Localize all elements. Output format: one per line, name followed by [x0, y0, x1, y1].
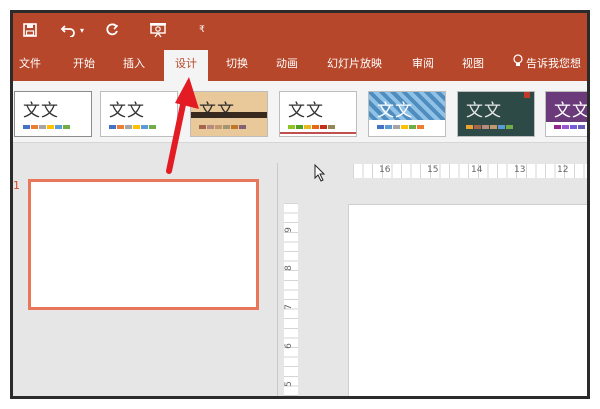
theme-label: 文文 [288, 101, 324, 121]
theme-label: 文文 [377, 101, 413, 121]
theme-swatches [109, 125, 156, 129]
slide-thumbnail[interactable] [28, 179, 259, 310]
ruler-number: 16 [379, 165, 391, 175]
tab-file[interactable]: 文件 [19, 47, 41, 81]
undo-icon[interactable] [57, 19, 79, 41]
customize-dropdown-icon[interactable]: ₹ [195, 19, 209, 41]
ribbon-bottom-strip: Ξ [13, 143, 587, 289]
tab-transitions[interactable]: 切换 [226, 47, 248, 81]
theme-label: 文文 [23, 101, 59, 121]
slideshow-start-icon[interactable] [147, 19, 169, 41]
title-bar: ▾ ₹ [13, 13, 587, 47]
theme-gallery: 文文 文文 文文 文文 文文 文文 文文 [13, 81, 587, 143]
tab-slideshow[interactable]: 幻灯片放映 [327, 47, 382, 81]
theme-label: 文文 [199, 101, 235, 121]
theme-underline [280, 132, 356, 134]
theme-swatches [554, 125, 585, 129]
ruler-number: 13 [514, 165, 526, 175]
tab-insert[interactable]: 插入 [123, 47, 145, 81]
theme-facet[interactable]: 文文 [279, 91, 357, 137]
ruler-number: 8 [283, 265, 294, 271]
tell-me-search[interactable]: 告诉我您想 [513, 47, 581, 81]
mouse-cursor-icon [314, 163, 326, 186]
undo-dropdown-icon[interactable]: ▾ [77, 19, 87, 41]
lightbulb-icon [513, 47, 523, 81]
theme-corner-mark [524, 92, 530, 98]
tab-animations[interactable]: 动画 [276, 47, 298, 81]
theme-label: 文文 [109, 101, 145, 121]
ruler-number: 12 [557, 165, 569, 175]
ruler-number: 6 [283, 343, 294, 349]
tab-review[interactable]: 审阅 [412, 47, 434, 81]
slide-number: 1 [13, 179, 20, 192]
ruler-number: 9 [283, 227, 294, 233]
tell-me-label: 告诉我您想 [526, 57, 581, 70]
theme-patterned[interactable]: 文文 [368, 91, 446, 137]
ruler-number: 7 [283, 304, 294, 310]
theme-label: 文文 [554, 101, 590, 121]
tab-home[interactable]: 开始 [73, 47, 95, 81]
ribbon-tabs: 文件 开始 插入 设计 切换 动画 幻灯片放映 审阅 视图 告诉我您想 [13, 47, 587, 81]
theme-swatches [23, 125, 70, 129]
theme-swatches [199, 125, 246, 129]
theme-dark-green[interactable]: 文文 [457, 91, 535, 137]
ruler-number: 5 [283, 381, 294, 387]
theme-swatches [288, 125, 335, 129]
slide-thumbnail-pane: 1 [13, 163, 278, 396]
theme-swatches [377, 125, 424, 129]
red-arrow-annotation-icon [163, 75, 203, 179]
theme-office[interactable]: 文文 [14, 91, 92, 137]
ruler-number: 15 [427, 165, 439, 175]
redo-icon[interactable] [101, 19, 123, 41]
tab-view[interactable]: 视图 [462, 47, 484, 81]
theme-label: 文文 [466, 101, 502, 121]
vertical-ruler: 9 8 7 6 5 [283, 203, 298, 396]
theme-swatches [466, 125, 513, 129]
save-icon[interactable] [19, 19, 41, 41]
slide-canvas[interactable] [348, 204, 587, 396]
horizontal-ruler: 16 15 14 13 12 [353, 164, 587, 178]
theme-purple[interactable]: 文文 [545, 91, 590, 137]
powerpoint-window: ▾ ₹ 文件 开始 插入 设计 切换 动画 幻灯片放映 审阅 视图 告诉我您想 … [10, 10, 590, 399]
ruler-number: 14 [471, 165, 483, 175]
